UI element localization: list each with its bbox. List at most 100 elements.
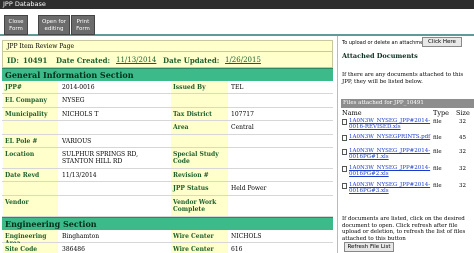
file-size: 32 (459, 166, 466, 172)
field-label: Issued By (171, 81, 228, 94)
file-type: file (433, 119, 442, 125)
upload-text: To upload or delete an attachment (342, 40, 429, 46)
field-label (171, 134, 228, 147)
open-for-editing-button[interactable]: Open for editing (38, 15, 70, 35)
attachments-panel: To upload or delete an attachment Click … (337, 36, 474, 253)
general-section-header: General Information Section (2, 68, 333, 81)
form-row: Site Code 386486 Wire Center 616 (2, 243, 333, 253)
form-row: Engineering Area Binghamton Wire CenterNIC… (2, 229, 333, 247)
file-icon (342, 119, 347, 125)
field-value: SULPHUR SPRINGS RD, STANTON HILL RD (62, 150, 139, 165)
engineering-section-header: Engineering Section (2, 216, 333, 230)
field-value: NYSEG (62, 97, 85, 105)
file-size: 32 (459, 149, 466, 155)
form-row: EL Pole # VARIOUS (2, 134, 333, 148)
review-form: JPP Item Review Page ID: 10491 Date Crea… (2, 40, 333, 253)
file-icon (342, 183, 347, 189)
date-created-value: 11/13/2014 (116, 56, 157, 64)
file-row[interactable]: 1A0N3W_NYSEG_JPP#2014-0016-REVISED.xls fi… (341, 118, 474, 131)
field-value: Binghamton (62, 232, 100, 240)
file-type: file (433, 183, 442, 189)
field-label: Wire Center (171, 229, 228, 243)
file-row[interactable]: 1A0N3W_NYSEG_JPP#2014-0016PG#1.xls file 32 (341, 148, 474, 161)
file-link[interactable]: 1A0N3W_NYSEG_JPP#2014-0016-REVISED.xls (349, 118, 434, 130)
file-size: 32 (459, 119, 466, 125)
file-size: 32 (459, 183, 466, 189)
form-row: Vendor Vendor Work Complete (2, 195, 333, 217)
field-label: Area (171, 121, 228, 134)
attachments-info: If there are any documents attached to t… (342, 72, 464, 85)
file-icon (342, 166, 347, 172)
file-link[interactable]: 1A0N3W_NYSEGPRINTS.pdf (349, 134, 434, 140)
close-form-button[interactable]: Close Form (4, 15, 28, 35)
click-here-button[interactable]: Click Here (422, 37, 462, 47)
form-row: EL Company NYSEG (2, 94, 333, 108)
file-size: 45 (459, 135, 466, 141)
col-size[interactable]: Size (456, 109, 470, 117)
field-value: VARIOUS (62, 137, 92, 145)
field-label: Revision # (171, 168, 228, 182)
form-row: Location SULPHUR SPRINGS RD, STANTON HILL… (2, 147, 333, 169)
form-row: JPP# 2014-0016 Issued By TEL (2, 81, 333, 95)
field-label: JPP Status (171, 182, 228, 195)
file-icon (342, 135, 347, 141)
field-value: 386486 (62, 246, 85, 253)
field-value: NICHOLS (231, 232, 262, 240)
file-row[interactable]: 1A0N3W_NYSEG_JPP#2014-0016PG#3.xls file 32 (341, 182, 474, 195)
toolbar: Close Form Open for editing Print Form (0, 9, 474, 36)
id-label: ID: (7, 56, 19, 65)
field-value: NICHOLS T (62, 110, 99, 118)
file-link[interactable]: 1A0N3W_NYSEG_JPP#2014-0016PG#3.xls (349, 182, 434, 194)
attached-documents-title: Attached Documents (342, 52, 418, 60)
field-label: Tax District (171, 107, 228, 121)
general-grid: JPP# 2014-0016 Issued By TEL EL Company NYSEG… (2, 81, 333, 217)
field-label (3, 121, 58, 134)
file-icon (342, 149, 347, 155)
date-updated-label: Date Updated: (163, 56, 220, 65)
files-header: Files attached for JPP_10491 (341, 99, 474, 108)
refresh-info: If documents are listed, click on the de… (342, 216, 466, 242)
form-row: JPP Status Held Power (2, 182, 333, 196)
field-label: Site Code (3, 243, 58, 253)
print-form-button[interactable]: Print Form (71, 15, 95, 35)
field-label: EL Pole # (3, 134, 58, 147)
field-value: Held Power (231, 185, 267, 193)
field-value: 11/13/2014 (62, 171, 97, 179)
refresh-file-list-button[interactable]: Refresh File List (344, 242, 394, 252)
field-label: Special Study Code (171, 147, 228, 168)
page-label: JPP Item Review Page (2, 40, 333, 52)
field-value: Central (231, 124, 254, 132)
engineering-grid: Engineering Area Binghamton Wire CenterNIC… (2, 229, 333, 253)
col-type[interactable]: Type (433, 109, 449, 117)
file-type: file (433, 166, 442, 172)
field-value: 2014-0016 (62, 84, 95, 91)
id-value: 10491 (23, 56, 48, 65)
file-row[interactable]: 1A0N3W_NYSEG_JPP#2014-0016PG#2.xls file 32 (341, 165, 474, 178)
file-link[interactable]: 1A0N3W_NYSEG_JPP#2014-0016PG#2.xls (349, 165, 434, 177)
field-label: Location (3, 147, 58, 168)
file-link[interactable]: 1A0N3W_NYSEG_JPP#2014-0016PG#1.xls (349, 148, 434, 160)
file-row[interactable]: 1A0N3W_NYSEGPRINTS.pdf file 45 (341, 134, 474, 147)
field-label (171, 94, 228, 107)
file-type: file (433, 135, 442, 141)
date-updated-value: 1/26/2015 (225, 56, 261, 64)
field-label: Municipality (3, 107, 58, 121)
form-row: Date Revd 11/13/2014 Revision # (2, 168, 333, 183)
field-value: 107717 (231, 110, 254, 118)
id-row: ID: 10491 Date Created: 11/13/2014 Date … (2, 52, 333, 68)
field-label: JPP# (3, 81, 58, 94)
field-label: Date Revd (3, 168, 58, 182)
form-row: Municipality NICHOLS T Tax District 107717 (2, 107, 333, 122)
date-created-label: Date Created: (56, 56, 111, 65)
window-title: JPP Database (0, 0, 474, 9)
field-label: EL Company (3, 94, 58, 107)
field-label: Vendor (3, 195, 58, 216)
field-value: 616 (231, 246, 243, 253)
field-label (3, 182, 58, 195)
col-name[interactable]: Name (342, 109, 362, 117)
file-type: file (433, 149, 442, 155)
field-label: Wire Center (171, 243, 228, 253)
field-value: TEL (231, 84, 244, 91)
field-label: Engineering Area (3, 229, 58, 247)
form-row: Area Central (2, 121, 333, 135)
